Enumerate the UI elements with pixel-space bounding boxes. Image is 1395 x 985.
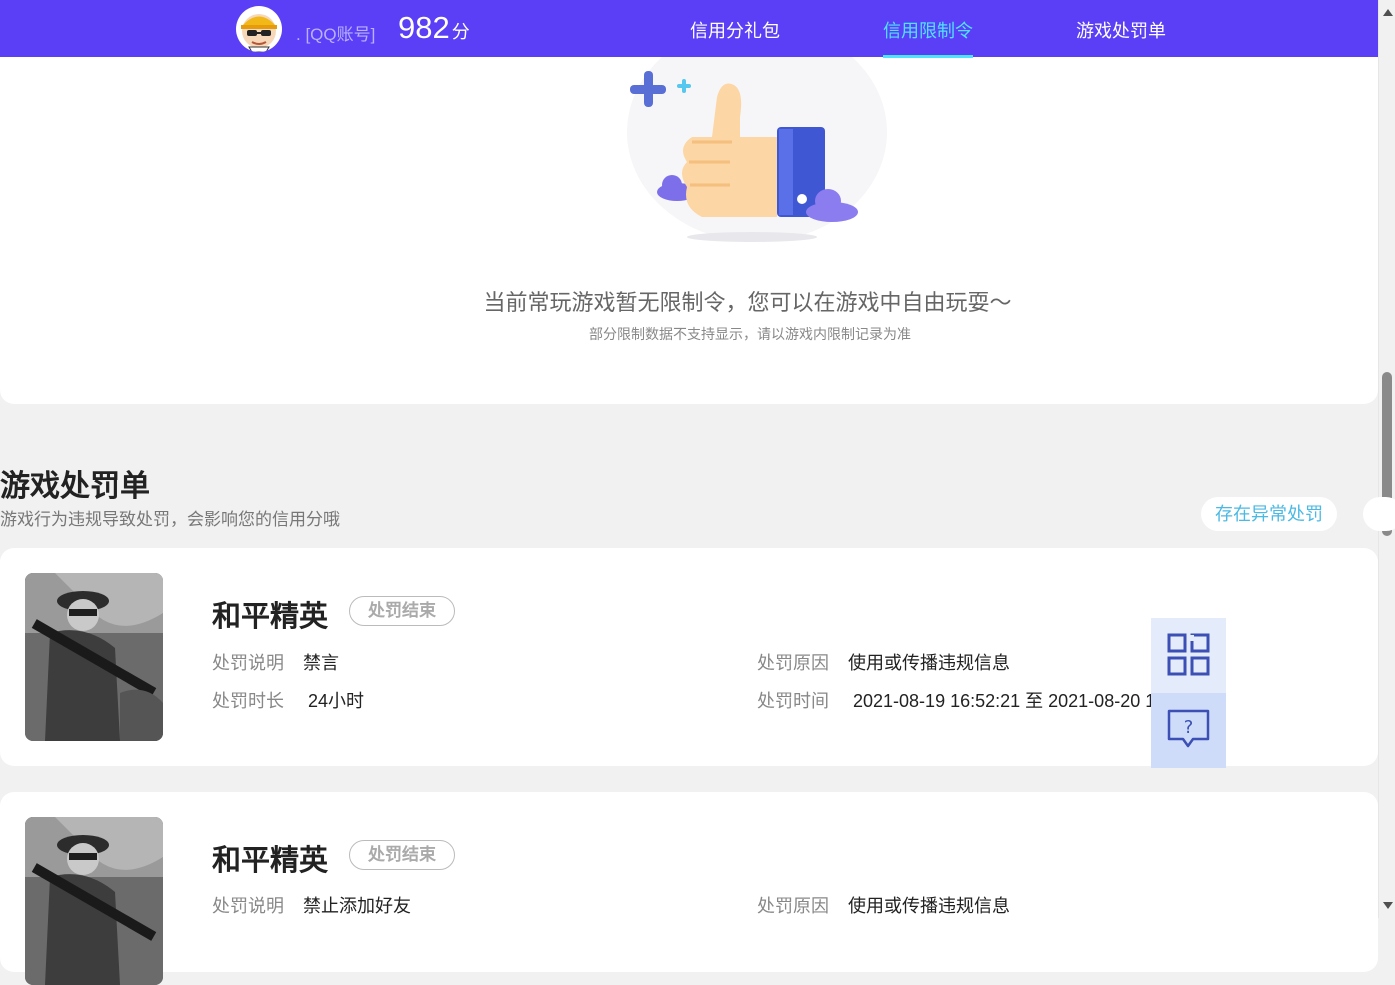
penalty-desc-label: 处罚说明 — [212, 896, 284, 916]
abnormal-penalty-button[interactable]: 存在异常处罚 — [1201, 497, 1337, 531]
help-button[interactable]: ? — [1151, 693, 1226, 768]
penalty-reason-label: 处罚原因 — [757, 896, 829, 916]
svg-text:?: ? — [1184, 717, 1194, 738]
penalty-reason-value: 使用或传播违规信息 — [848, 896, 1010, 916]
top-nav-bar: . [QQ账号] 982 分 信用分礼包 信用限制令 游戏处罚单 — [0, 0, 1378, 58]
game-cover-image — [25, 573, 163, 741]
game-name: 和平精英 — [212, 845, 329, 877]
penalty-section-title: 游戏处罚单 — [0, 470, 150, 503]
credit-score-value: 982 — [398, 10, 450, 45]
help-chat-icon: ? — [1167, 709, 1210, 748]
penalty-time-value: 2021-08-19 16:52:21 至 2021-08-20 1 — [853, 691, 1151, 711]
penalty-duration-value: 24小时 — [308, 691, 365, 711]
penalty-duration-label: 处罚时长 — [212, 691, 284, 711]
empty-restriction-message: 当前常玩游戏暂无限制令，您可以在游戏中自由玩耍～ — [483, 290, 1012, 315]
penalty-desc-value: 禁止添加好友 — [303, 896, 411, 916]
qq-account-label: . [QQ账号] — [296, 25, 376, 44]
tab-credit-restriction[interactable]: 信用限制令 — [883, 17, 973, 58]
avatar[interactable] — [236, 6, 282, 52]
restriction-card: 当前常玩游戏暂无限制令，您可以在游戏中自由玩耍～ 部分限制数据不支持显示，请以游… — [0, 57, 1378, 404]
penalty-reason-value: 使用或传播违规信息 — [848, 653, 1010, 673]
status-badge: 处罚结束 — [349, 840, 455, 870]
penalty-reason-label: 处罚原因 — [757, 653, 829, 673]
qr-code-icon — [1167, 633, 1210, 676]
scroll-up-arrow-icon[interactable] — [1383, 9, 1393, 16]
credit-score-unit: 分 — [451, 22, 470, 42]
floating-toolbar: ? — [1151, 618, 1226, 768]
tab-game-penalty[interactable]: 游戏处罚单 — [1076, 17, 1166, 43]
penalty-record-card: 和平精英 处罚结束 处罚说明 禁止添加好友 处罚原因 使用或传播违规信息 — [0, 792, 1378, 985]
game-name: 和平精英 — [212, 601, 329, 633]
page-scrollbar[interactable] — [1378, 0, 1395, 918]
empty-restriction-note: 部分限制数据不支持显示，请以游戏内限制记录为准 — [589, 326, 911, 342]
qr-code-button[interactable] — [1151, 618, 1226, 693]
penalty-section-subtitle: 游戏行为违规导致处罚，会影响您的信用分哦 — [0, 510, 340, 529]
scroll-down-arrow-icon[interactable] — [1383, 902, 1393, 909]
game-cover-image — [25, 817, 163, 985]
credit-score: 982 分 — [398, 10, 470, 46]
tab-credit-gift[interactable]: 信用分礼包 — [690, 17, 780, 43]
secondary-filter-button[interactable] — [1363, 497, 1395, 531]
penalty-desc-label: 处罚说明 — [212, 653, 284, 673]
thumbs-up-icon — [627, 57, 887, 242]
penalty-time-label: 处罚时间 — [757, 691, 829, 711]
status-badge: 处罚结束 — [349, 596, 455, 626]
penalty-desc-value: 禁言 — [303, 653, 339, 673]
